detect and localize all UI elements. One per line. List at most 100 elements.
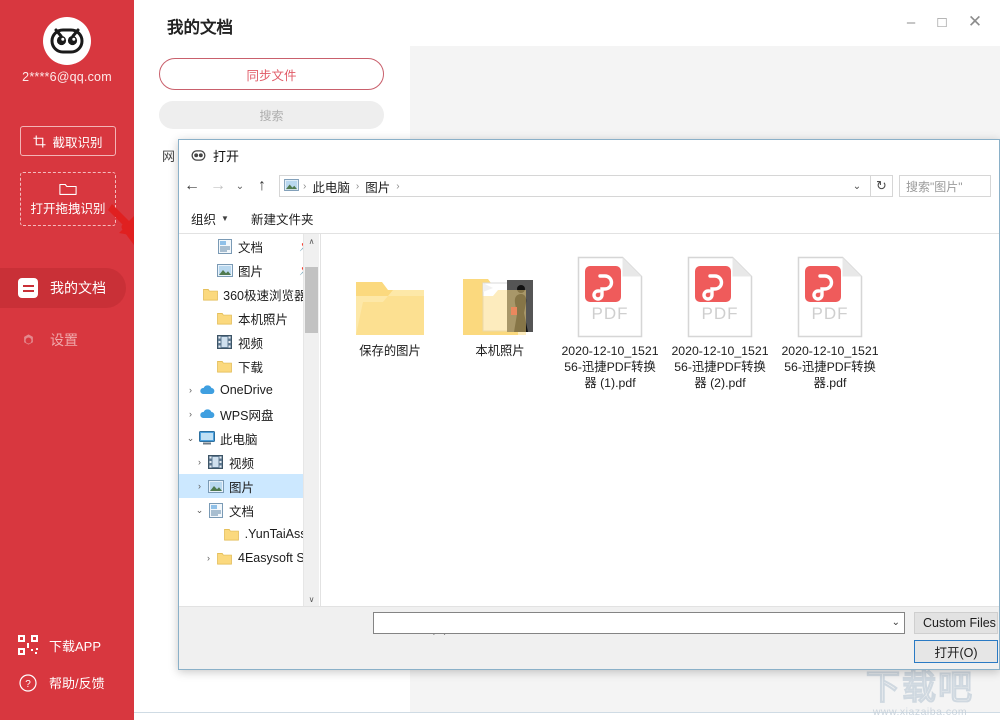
tree-item-label: 此电脑 bbox=[220, 429, 258, 448]
folder-icon bbox=[216, 550, 233, 567]
file-item[interactable]: PDF2020-12-10_152156-迅捷PDF转换器.pdf bbox=[775, 248, 885, 391]
twisty-icon[interactable]: › bbox=[192, 481, 207, 491]
partial-label: 网 bbox=[162, 146, 175, 165]
open-file-dialog: 打开 ← → ⌄ ↑ › 此电脑 › 图片 › bbox=[178, 139, 1000, 670]
tree-item-0[interactable]: 文档📌 bbox=[179, 234, 319, 258]
tree-item-13[interactable]: ›4Easysoft Stu bbox=[179, 546, 319, 570]
avatar[interactable] bbox=[43, 17, 91, 65]
chevron-down-icon[interactable]: ∨ bbox=[304, 592, 319, 607]
file-item[interactable]: 保存的图片 bbox=[335, 248, 445, 391]
dialog-body: 文档📌图片📌360极速浏览器下本机照片视频下载›OneDrive›WPS网盘⌄此… bbox=[179, 233, 999, 607]
owl-logo-icon bbox=[50, 28, 84, 54]
tree-scrollbar[interactable]: ∧ ∨ bbox=[303, 234, 319, 607]
dialog-search-input[interactable]: 搜索"图片" bbox=[899, 175, 991, 197]
videos-icon bbox=[216, 334, 233, 351]
navigation-tree[interactable]: 文档📌图片📌360极速浏览器下本机照片视频下载›OneDrive›WPS网盘⌄此… bbox=[179, 234, 319, 607]
sidebar-item-settings-label: 设置 bbox=[50, 330, 78, 350]
tree-item-1[interactable]: 图片📌 bbox=[179, 258, 319, 282]
folder-icon bbox=[216, 358, 233, 375]
sync-files-button[interactable]: 同步文件 bbox=[159, 58, 384, 90]
file-item-label: 2020-12-10_152156-迅捷PDF转换器 (2).pdf bbox=[671, 343, 769, 391]
search-input[interactable]: 搜索 bbox=[159, 101, 384, 129]
address-bar[interactable]: › 此电脑 › 图片 › ⌄ bbox=[279, 175, 871, 197]
svg-text:PDF: PDF bbox=[592, 304, 629, 323]
refresh-icon[interactable]: ↻ bbox=[871, 175, 893, 197]
dialog-navigation-bar: ← → ⌄ ↑ › 此电脑 › 图片 › ⌄ ↻ bbox=[179, 170, 999, 202]
tree-item-9[interactable]: ›视频 bbox=[179, 450, 319, 474]
tree-item-10[interactable]: ›图片 bbox=[179, 474, 319, 498]
tree-item-11[interactable]: ⌄ 文档 bbox=[179, 498, 319, 522]
address-chevron-down-icon[interactable]: ⌄ bbox=[848, 181, 866, 192]
new-folder-button[interactable]: 新建文件夹 bbox=[251, 209, 314, 228]
documents-icon bbox=[207, 502, 224, 519]
capture-recognize-button[interactable]: 截取识别 bbox=[20, 126, 116, 156]
file-item[interactable]: PDF 2020-12-10_152156-迅捷PDF转换器 (1).pdf bbox=[555, 248, 665, 391]
tree-item-5[interactable]: 下载 bbox=[179, 354, 319, 378]
tree-item-12[interactable]: .YunTaiAssist bbox=[179, 522, 319, 546]
app-window: 2****6@qq.com 截取识别 打开拖拽识别 我的文档 bbox=[0, 0, 1000, 720]
pictures-icon bbox=[284, 179, 299, 194]
breadcrumb-item-2[interactable]: 图片 bbox=[363, 177, 392, 196]
sidebar-item-help-feedback[interactable]: ? 帮助/反馈 bbox=[18, 673, 105, 692]
pdf-file-icon: PDF bbox=[797, 248, 863, 338]
organize-label: 组织 bbox=[191, 209, 216, 228]
bottom-strip bbox=[134, 713, 1000, 720]
question-circle-icon: ? bbox=[18, 674, 38, 692]
folder-open-icon bbox=[59, 182, 77, 196]
page-title: 我的文档 bbox=[167, 14, 233, 38]
tree-item-label: 图片 bbox=[238, 261, 263, 280]
twisty-icon[interactable]: › bbox=[201, 553, 216, 563]
file-type-filter[interactable]: Custom Files bbox=[914, 612, 998, 634]
twisty-icon[interactable]: ⌄ bbox=[183, 433, 198, 444]
tree-item-6[interactable]: ›OneDrive bbox=[179, 378, 319, 402]
dialog-title: 打开 bbox=[213, 146, 239, 165]
file-item-label: 2020-12-10_152156-迅捷PDF转换器 (1).pdf bbox=[561, 343, 659, 391]
tree-item-label: 本机照片 bbox=[238, 309, 288, 328]
twisty-icon[interactable]: › bbox=[192, 457, 207, 467]
file-list[interactable]: 保存的图片本机照片PDF2020-12-10_152156-迅捷PDF转换器 (… bbox=[320, 234, 999, 607]
close-button[interactable]: ✕ bbox=[962, 10, 988, 34]
breadcrumb-item-1[interactable]: 此电脑 bbox=[310, 177, 352, 196]
download-app-label: 下载APP bbox=[49, 636, 101, 655]
app-sidebar: 2****6@qq.com 截取识别 打开拖拽识别 我的文档 bbox=[0, 0, 134, 720]
chevron-up-icon[interactable]: ∧ bbox=[304, 234, 319, 249]
arrow-left-icon[interactable]: ← bbox=[179, 173, 205, 199]
maximize-button[interactable]: □ bbox=[929, 10, 955, 34]
arrow-up-icon[interactable]: ↑ bbox=[249, 173, 275, 199]
folder-icon bbox=[216, 310, 233, 327]
scrollbar-thumb[interactable] bbox=[305, 267, 318, 333]
filename-input[interactable]: ⌄ bbox=[373, 612, 905, 634]
tree-item-8[interactable]: ⌄ 此电脑 bbox=[179, 426, 319, 450]
svg-text:PDF: PDF bbox=[812, 304, 849, 323]
organize-button[interactable]: 组织 ▼ bbox=[191, 209, 229, 228]
twisty-icon[interactable]: ⌄ bbox=[192, 505, 207, 516]
recent-locations-chevron-down-icon[interactable]: ⌄ bbox=[231, 173, 249, 199]
twisty-icon[interactable]: › bbox=[183, 385, 198, 395]
sidebar-item-settings[interactable]: 设置 bbox=[0, 320, 126, 360]
tree-item-2[interactable]: 360极速浏览器下 bbox=[179, 282, 319, 306]
videos-icon bbox=[207, 454, 224, 471]
breadcrumb-separator: › bbox=[396, 181, 399, 192]
open-drag-recognize-button[interactable]: 打开拖拽识别 bbox=[20, 172, 116, 226]
tree-item-label: 文档 bbox=[229, 501, 254, 520]
open-button[interactable]: 打开(O) bbox=[914, 640, 998, 663]
file-item[interactable]: 本机照片 bbox=[445, 248, 555, 391]
file-item[interactable]: PDF2020-12-10_152156-迅捷PDF转换器 (2).pdf bbox=[665, 248, 775, 391]
arrow-right-icon[interactable]: → bbox=[205, 173, 231, 199]
twisty-icon[interactable]: › bbox=[183, 409, 198, 419]
account-email: 2****6@qq.com bbox=[0, 70, 134, 84]
tree-item-3[interactable]: 本机照片 bbox=[179, 306, 319, 330]
documents-icon bbox=[216, 238, 233, 255]
computer-icon bbox=[198, 430, 215, 447]
svg-text:?: ? bbox=[25, 679, 31, 690]
minimize-button[interactable]: – bbox=[898, 10, 924, 34]
tree-item-7[interactable]: › WPS网盘 bbox=[179, 402, 319, 426]
chevron-down-icon[interactable]: ⌄ bbox=[892, 617, 900, 628]
sidebar-item-download-app[interactable]: 下载APP bbox=[18, 635, 101, 655]
tree-item-4[interactable]: 视频 bbox=[179, 330, 319, 354]
sidebar-item-my-documents[interactable]: 我的文档 bbox=[0, 268, 126, 308]
help-feedback-label: 帮助/反馈 bbox=[49, 673, 105, 692]
pdf-file-icon: PDF bbox=[577, 248, 643, 338]
tree-item-label: WPS网盘 bbox=[220, 405, 273, 424]
tree-item-label: 文档 bbox=[238, 237, 263, 256]
